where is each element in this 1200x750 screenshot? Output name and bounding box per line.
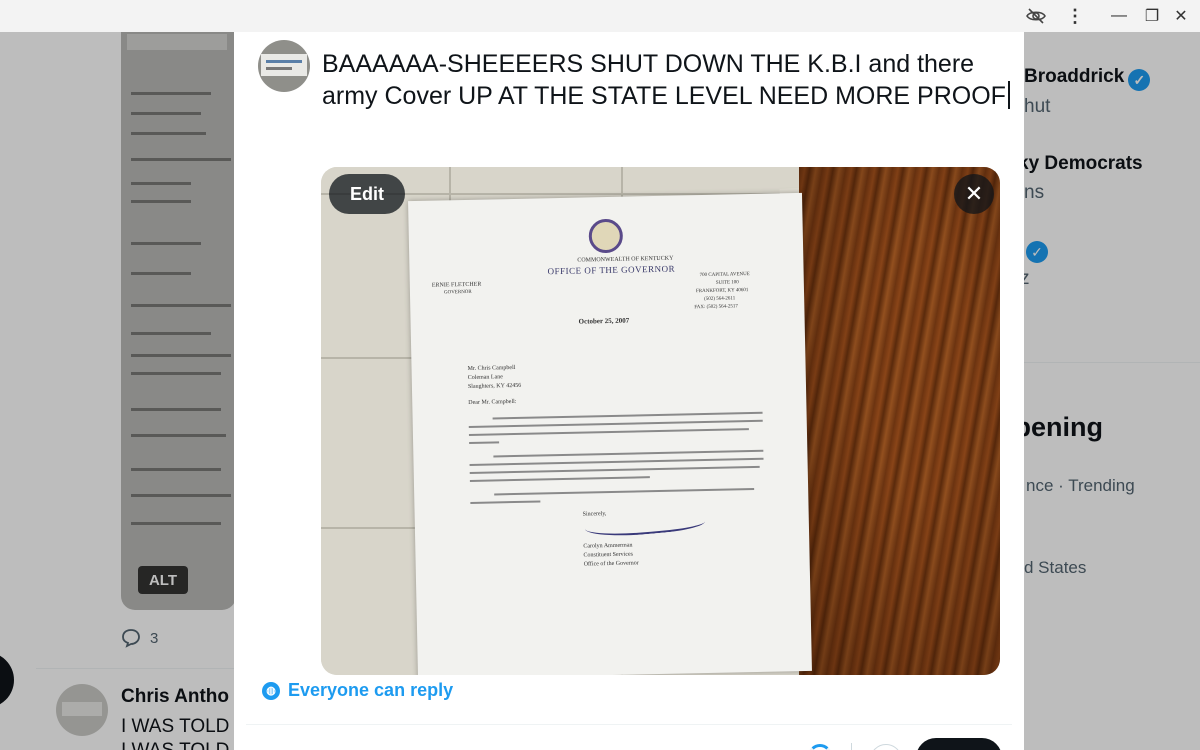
eye-off-icon[interactable] [1023,4,1049,28]
letter-date: October 25, 2007 [578,316,630,326]
letter-body-line [469,441,500,444]
letter-body-line [493,449,764,458]
letter-address: SUITE 100 [715,280,739,286]
letter-body-line [494,487,755,496]
letter-signer-title: Constituent Services [583,551,634,559]
letter-org-line2: OFFICE OF THE GOVERNOR [547,263,676,277]
character-count-progress [808,744,832,750]
letter-governor-title: GOVERNOR [443,289,472,296]
letter-body-line [469,457,764,466]
add-post-button[interactable]: + [870,744,902,750]
letter-body-line [469,476,650,482]
governor-letter: COMMONWEALTH OF KENTUCKY OFFICE OF THE G… [408,192,812,675]
globe-icon: ◍ [262,681,280,700]
vertical-divider [851,743,852,750]
letter-closing: Sincerely, [582,511,607,518]
letter-governor-name: ERNIE FLETCHER [431,281,482,289]
text-caret [1007,81,1010,109]
avatar[interactable] [258,40,310,92]
window-close-icon[interactable]: ✕ [1168,4,1194,28]
letter-org-line1: COMMONWEALTH OF KENTUCKY [577,255,674,264]
maximize-icon[interactable]: ❐ [1139,4,1165,28]
letter-signer-title: Office of the Governor [583,560,639,568]
letter-body-line [470,500,541,504]
letter-salutation: Dear Mr. Campbell: [468,398,517,406]
divider [246,724,1012,725]
window-menu-icon[interactable]: ⋮ [1062,4,1088,28]
letter-recipient: Mr. Chris Campbell [467,364,516,372]
reply-setting-label: Everyone can reply [288,680,454,700]
compose-textarea[interactable]: BAAAAAA-SHEEEERS SHUT DOWN THE K.B.I and… [322,48,1012,112]
letter-body-line [469,465,760,474]
letter-body-line [468,419,763,428]
compose-modal: BAAAAAA-SHEEEERS SHUT DOWN THE K.B.I and… [234,32,1024,750]
letter-address: (502) 564-2611 [704,296,736,302]
letter-address: 700 CAPITAL AVENUE [699,272,750,279]
attached-photo[interactable]: COMMONWEALTH OF KENTUCKY OFFICE OF THE G… [321,167,1000,675]
letter-signer-name: Carolyn Ammerman [583,542,633,550]
letter-address: FAX: (502) 564-2517 [694,304,738,311]
letter-address: FRANKFORT, KY 40601 [695,288,749,295]
reply-setting-button[interactable]: ◍ Everyone can reply [262,680,453,701]
remove-media-close-icon[interactable]: ✕ [954,174,994,214]
letter-body-line [492,411,763,420]
wood-table [799,167,1000,675]
letter-body-line [468,428,749,436]
window-titlebar: ⋮ — ❐ ✕ [0,0,1200,32]
minimize-icon[interactable]: — [1106,4,1132,28]
post-button[interactable] [916,738,1002,750]
edit-media-button[interactable]: Edit [329,174,405,214]
letter-recipient: Coleman Lane [467,374,503,381]
letter-recipient: Slaughters, KY 42456 [467,382,522,390]
kentucky-seal-icon [588,218,624,254]
